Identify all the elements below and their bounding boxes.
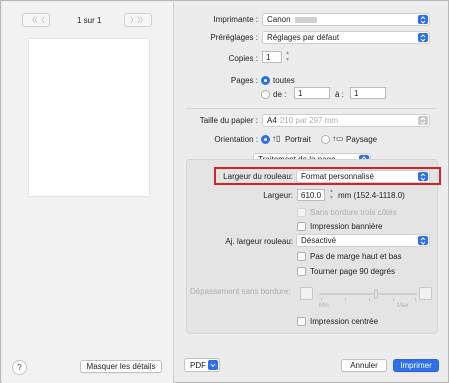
banner-print-label: Impression bannière	[310, 222, 383, 231]
orientation-portrait-label: Portrait	[285, 135, 311, 144]
chevron-updown-icon	[418, 172, 428, 181]
roll-width-select[interactable]: Format personnalisé	[296, 170, 430, 183]
width-label: Largeur:	[263, 191, 293, 200]
next-page-button[interactable]: 〉 〉〉	[124, 13, 152, 27]
chevron-updown-icon	[418, 236, 428, 245]
presets-label: Préréglages :	[210, 33, 258, 42]
printer-select[interactable]: Canon	[262, 13, 430, 26]
centered-print-label: Impression centrée	[310, 317, 379, 326]
borderless-3-sides-checkbox[interactable]	[297, 208, 306, 217]
stepper-down-icon: ▼	[285, 57, 290, 63]
pdf-label: PDF	[190, 360, 206, 370]
slider-tick	[369, 298, 370, 301]
presets-value: Réglages par défaut	[267, 33, 340, 42]
pages-all-radio[interactable]	[261, 76, 270, 85]
borderless-3-sides-label: Sans bordure trois côtés	[310, 208, 397, 217]
help-icon: ?	[17, 363, 22, 372]
landscape-icon: ↑▭	[332, 134, 344, 143]
pages-to-input[interactable]: 1	[350, 87, 386, 99]
print-dialog: 〈〈 〈 1 sur 1 〉 〉〉 ? Masquer les détails …	[0, 0, 449, 383]
overflow-min-icon	[300, 287, 313, 300]
pages-range-radio[interactable]	[261, 90, 270, 99]
overflow-max-icon	[419, 287, 432, 300]
preview-pane: 〈〈 〈 1 sur 1 〉 〉〉 ? Masquer les détails	[2, 2, 174, 383]
paper-size-value: A4	[267, 116, 277, 125]
cancel-button[interactable]: Annuler	[341, 359, 387, 372]
orientation-portrait-radio[interactable]	[261, 135, 270, 144]
slider-tick	[415, 298, 416, 301]
pages-to-label: à :	[335, 90, 344, 99]
help-button[interactable]: ?	[12, 360, 27, 375]
copies-stepper[interactable]: ▲ ▼	[284, 51, 291, 63]
chevron-down-icon	[208, 360, 218, 370]
next-page-icon: 〉 〉〉	[130, 17, 146, 24]
slider-min-label: Min	[319, 303, 329, 309]
page-preview	[29, 39, 149, 196]
printer-model-redacted	[294, 16, 317, 23]
chevron-updown-icon	[418, 15, 428, 24]
no-margin-checkbox[interactable]	[297, 252, 306, 261]
no-margin-label: Pas de marge haut et bas	[310, 252, 402, 261]
overflow-slider-knob[interactable]	[374, 289, 378, 299]
overflow-slider-track[interactable]	[319, 293, 417, 295]
width-input[interactable]: 610.0	[297, 189, 325, 201]
slider-tick	[345, 298, 346, 301]
rotate-90-checkbox[interactable]	[297, 267, 306, 276]
width-unit: mm (152.4-1118.0)	[338, 191, 405, 200]
previous-page-button[interactable]: 〈〈 〈	[22, 13, 50, 27]
slider-max-label: Max	[397, 303, 409, 309]
paper-size-select[interactable]: A4 210 par 297 mm	[262, 114, 430, 127]
pdf-menu-button[interactable]: PDF	[184, 358, 220, 372]
pages-from-input[interactable]: 1	[294, 87, 330, 99]
slider-tick	[393, 298, 394, 301]
divider	[186, 108, 436, 109]
portrait-icon: ↑▯	[272, 134, 281, 143]
centered-print-checkbox[interactable]	[297, 317, 306, 326]
hide-details-button[interactable]: Masquer les détails	[80, 360, 162, 373]
copies-input[interactable]: 1	[262, 51, 282, 63]
rotate-90-label: Tourner page 90 degrés	[310, 267, 395, 276]
chevron-updown-icon	[418, 116, 428, 125]
stepper-up-icon: ▲	[329, 188, 334, 194]
paper-size-label: Taille du papier :	[199, 116, 258, 125]
adjust-width-label: Aj. largeur rouleau:	[225, 237, 293, 246]
borderless-overflow-label: Dépassement sans bordure:	[190, 287, 291, 296]
width-stepper[interactable]: ▲ ▼	[328, 189, 335, 201]
print-button[interactable]: Imprimer	[393, 359, 439, 372]
orientation-landscape-label: Paysage	[346, 135, 378, 144]
roll-width-label: Largeur du rouleau:	[223, 172, 293, 181]
pages-label: Pages :	[230, 76, 258, 85]
paper-size-dims: 210 par 297 mm	[279, 116, 339, 125]
stepper-down-icon: ▼	[329, 195, 334, 201]
slider-tick	[321, 298, 322, 301]
chevron-updown-icon	[418, 33, 428, 42]
banner-print-checkbox[interactable]	[297, 222, 306, 231]
roll-width-value: Format personnalisé	[301, 172, 374, 181]
pages-all-label: toutes	[273, 76, 295, 85]
presets-select[interactable]: Réglages par défaut	[262, 31, 430, 44]
page-indicator: 1 sur 1	[77, 16, 102, 25]
orientation-landscape-radio[interactable]	[321, 135, 330, 144]
copies-label: Copies :	[228, 54, 258, 63]
previous-page-icon: 〈〈 〈	[28, 17, 44, 24]
adjust-width-value: Désactivé	[301, 236, 337, 245]
stepper-up-icon: ▲	[285, 50, 290, 56]
printer-value: Canon	[267, 15, 291, 24]
pages-from-label: de :	[273, 90, 287, 99]
printer-label: Imprimante :	[213, 15, 258, 24]
orientation-label: Orientation :	[214, 135, 258, 144]
adjust-width-select[interactable]: Désactivé	[296, 234, 430, 247]
